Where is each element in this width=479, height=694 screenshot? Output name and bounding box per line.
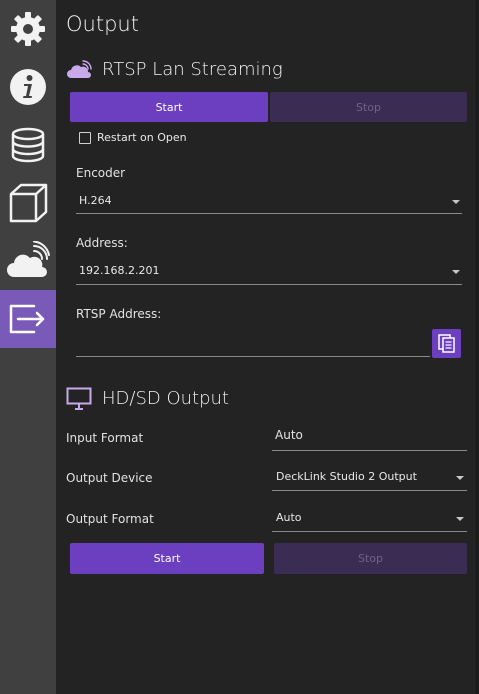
encoder-value: H.264 [79, 194, 112, 207]
rtsp-stop-button[interactable]: Stop [270, 92, 467, 122]
restart-on-open-checkbox[interactable] [79, 132, 91, 144]
output-format-value: Auto [276, 511, 302, 524]
chevron-down-icon [452, 200, 460, 204]
output-device-value: DeckLink Studio 2 Output [276, 470, 417, 483]
hdsd-section-title: HD/SD Output [102, 388, 229, 409]
address-select[interactable]: 192.168.2.201 [76, 260, 462, 285]
address-label: Address: [76, 236, 128, 250]
database-icon [11, 127, 45, 163]
output-icon [9, 304, 45, 334]
restart-on-open-label: Restart on Open [97, 131, 187, 144]
monitor-icon [66, 386, 92, 412]
hdsd-start-button[interactable]: Start [70, 543, 264, 574]
gear-icon [11, 12, 45, 46]
info-icon [10, 69, 46, 105]
hdsd-stop-button[interactable]: Stop [274, 543, 467, 574]
cloud-wifi-icon [66, 58, 94, 80]
rtsp-address-field[interactable] [76, 330, 430, 357]
output-format-select[interactable]: Auto [272, 505, 467, 532]
copy-icon [437, 333, 455, 353]
output-panel: Output RTSP Lan Streaming Start Stop Res… [56, 0, 475, 694]
sidebar-item-3d[interactable] [0, 174, 56, 232]
sidebar-item-streaming[interactable] [0, 232, 56, 290]
input-format-value: Auto [275, 428, 303, 442]
field-underline [76, 213, 462, 214]
output-format-label: Output Format [66, 512, 154, 526]
chevron-down-icon [456, 517, 464, 521]
copy-address-button[interactable] [432, 329, 461, 358]
page-title: Output [66, 12, 139, 36]
output-device-label: Output Device [66, 471, 153, 485]
field-underline [272, 490, 467, 491]
rtsp-start-button[interactable]: Start [70, 92, 268, 122]
sidebar-item-info[interactable] [0, 58, 56, 116]
cloud-wifi-icon [7, 241, 50, 277]
rtsp-address-label: RTSP Address: [76, 307, 162, 321]
input-format-label: Input Format [66, 431, 144, 445]
chevron-down-icon [452, 270, 460, 274]
encoder-label: Encoder [76, 166, 126, 180]
window-edge [475, 0, 479, 694]
address-value: 192.168.2.201 [79, 264, 160, 277]
field-underline [76, 356, 430, 357]
chevron-down-icon [456, 476, 464, 480]
cube-icon [9, 183, 48, 223]
output-device-select[interactable]: DeckLink Studio 2 Output [272, 464, 467, 491]
field-underline [76, 284, 462, 285]
input-format-field[interactable]: Auto [272, 424, 467, 451]
field-underline [272, 531, 467, 532]
encoder-select[interactable]: H.264 [76, 190, 462, 214]
field-underline [272, 450, 467, 451]
rtsp-section-title: RTSP Lan Streaming [102, 59, 283, 80]
sidebar-item-database[interactable] [0, 116, 56, 174]
sidebar-item-settings[interactable] [0, 0, 56, 58]
sidebar [0, 0, 56, 694]
sidebar-item-output[interactable] [0, 290, 56, 348]
